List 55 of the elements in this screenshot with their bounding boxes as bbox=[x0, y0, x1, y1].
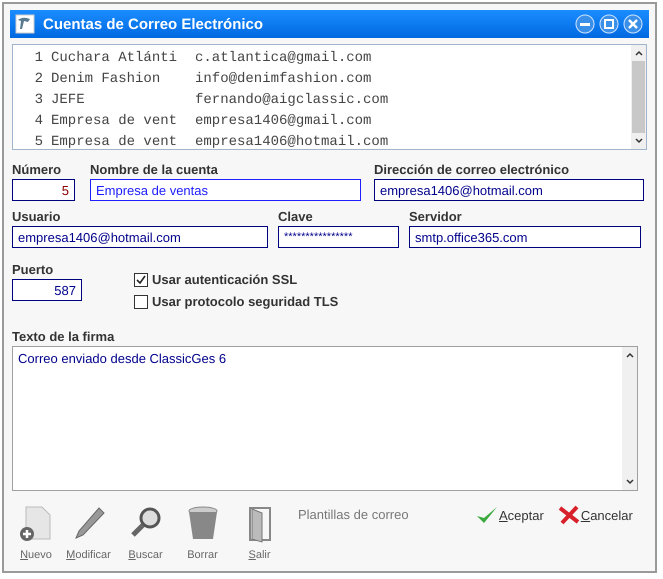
close-icon[interactable] bbox=[623, 14, 643, 34]
input-field[interactable]: Empresa de ventas bbox=[90, 179, 361, 201]
toolbar-button[interactable]: Nuevo bbox=[12, 505, 60, 561]
account-name[interactable]: JEFE bbox=[51, 92, 195, 108]
input-field[interactable]: empresa1406@hotmail.com bbox=[12, 226, 268, 248]
scrollbar[interactable] bbox=[631, 45, 646, 149]
account-email[interactable]: c.atlantica@gmail.com bbox=[195, 50, 372, 66]
scroll-up-icon[interactable] bbox=[624, 351, 634, 359]
account-name[interactable]: Empresa de vent bbox=[51, 112, 195, 128]
field-label: Nombre de la cuenta bbox=[90, 162, 219, 177]
field-label: Texto de la firma bbox=[12, 329, 116, 344]
accept-button[interactable]: Aceptar bbox=[476, 505, 544, 525]
input-field[interactable]: **************** bbox=[278, 226, 399, 248]
field-label: Usuario bbox=[12, 209, 62, 224]
checkbox[interactable] bbox=[134, 272, 148, 286]
field-label: Clave bbox=[278, 209, 314, 224]
input-field[interactable]: smtp.office365.com bbox=[409, 226, 641, 248]
account-number: 2 bbox=[34, 70, 44, 86]
account-name[interactable]: Denim Fashion bbox=[51, 70, 195, 86]
toolbar-button[interactable]: Borrar bbox=[174, 505, 231, 561]
minimize-icon[interactable] bbox=[575, 14, 595, 34]
input-field[interactable]: 5 bbox=[12, 179, 75, 201]
account-number: 5 bbox=[34, 134, 44, 150]
toolbar-button[interactable]: Salir bbox=[231, 505, 288, 561]
field-label: Servidor bbox=[409, 209, 463, 224]
checkbox-label: Usar protocolo seguridad TLS bbox=[152, 294, 338, 309]
app-icon bbox=[15, 14, 35, 34]
cross-icon bbox=[558, 505, 580, 525]
checkmark-icon bbox=[476, 505, 498, 525]
scroll-up-icon[interactable] bbox=[634, 49, 644, 57]
account-email[interactable]: empresa1406@gmail.com bbox=[195, 112, 372, 128]
field-label: Puerto bbox=[12, 262, 54, 277]
templates-link[interactable]: Plantillas de correo bbox=[298, 507, 476, 522]
input-field[interactable]: empresa1406@hotmail.com bbox=[374, 179, 644, 201]
port-field[interactable]: 587 bbox=[12, 279, 82, 301]
field-label: Número bbox=[12, 162, 62, 177]
account-email[interactable]: info@denimfashion.com bbox=[195, 70, 372, 86]
toolbar-button[interactable]: Modificar bbox=[60, 505, 117, 561]
account-name[interactable]: Empresa de vent bbox=[51, 134, 195, 150]
account-number: 3 bbox=[34, 92, 44, 108]
toolbar-button[interactable]: Buscar bbox=[117, 505, 174, 561]
account-number: 1 bbox=[34, 50, 44, 66]
account-number: 4 bbox=[34, 112, 44, 128]
scroll-down-icon[interactable] bbox=[634, 137, 644, 145]
scroll-down-icon[interactable] bbox=[624, 478, 634, 486]
signature-field[interactable]: Correo enviado desde ClassicGes 6 bbox=[12, 346, 638, 491]
account-email[interactable]: fernando@aigclassic.com bbox=[195, 92, 388, 108]
field-label: Dirección de correo electrónico bbox=[374, 162, 570, 177]
checkbox[interactable] bbox=[134, 294, 148, 308]
maximize-icon[interactable] bbox=[599, 14, 619, 34]
account-name[interactable]: Cuchara Atlánti bbox=[51, 50, 195, 66]
account-email[interactable]: empresa1406@hotmail.com bbox=[195, 134, 388, 150]
cancel-button[interactable]: Cancelar bbox=[558, 505, 633, 525]
window-title: Cuentas de Correo Electrónico bbox=[43, 16, 264, 32]
checkbox-label: Usar autenticación SSL bbox=[152, 272, 298, 287]
